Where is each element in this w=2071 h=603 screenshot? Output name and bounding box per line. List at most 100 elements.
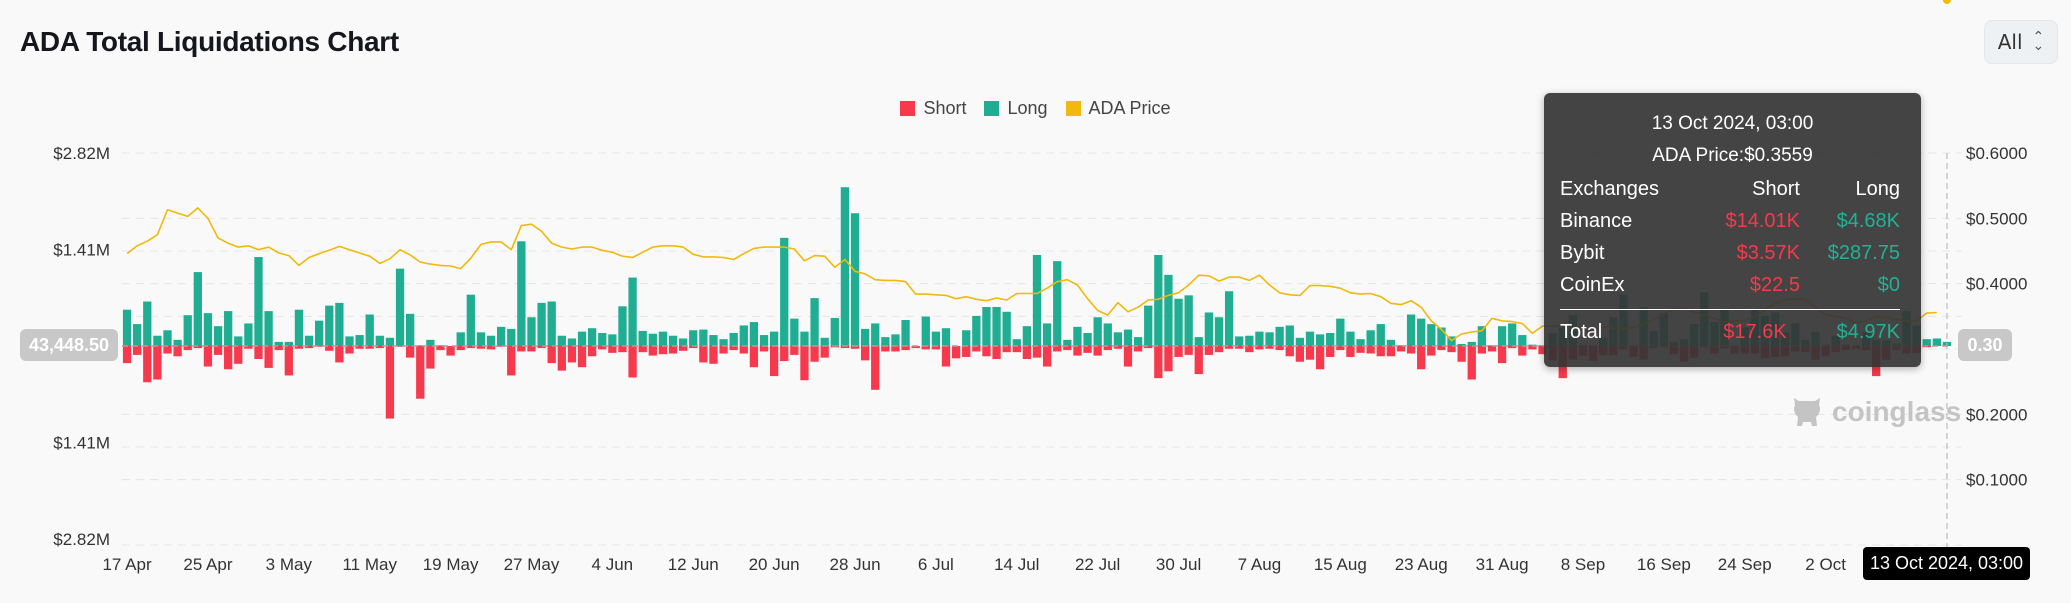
short-bar: [1214, 346, 1224, 353]
long-bar: [395, 268, 405, 346]
long-bar: [749, 322, 759, 346]
short-bar: [941, 346, 951, 367]
x-tick-label: 15 Aug: [1314, 555, 1367, 574]
long-bar: [780, 237, 789, 346]
short-bar: [1406, 346, 1416, 354]
long-bar: [234, 336, 243, 346]
long-bar: [1932, 338, 1941, 346]
long-bar: [294, 309, 304, 346]
short-bar: [1417, 346, 1426, 370]
long-bar: [577, 331, 587, 346]
long-bar: [678, 338, 688, 346]
long-bar: [931, 331, 941, 346]
tooltip-long: $4.68K: [1836, 209, 1900, 232]
short-bar: [759, 346, 769, 352]
long-bar: [365, 314, 374, 346]
short-bar: [951, 346, 961, 359]
long-bar: [406, 313, 415, 346]
y-right-tick-label: $0.6000: [1966, 144, 2027, 163]
x-tick-label: 3 May: [266, 555, 313, 574]
long-bar: [668, 335, 678, 346]
long-bar: [921, 316, 930, 346]
long-bar: [1275, 326, 1284, 346]
short-bar: [658, 346, 668, 355]
tooltip-total-short: $17.6K: [1723, 321, 1787, 343]
long-bar: [486, 335, 496, 346]
short-bar: [1315, 346, 1325, 370]
long-bar: [1255, 331, 1264, 346]
long-bar: [1427, 324, 1436, 346]
short-bar: [345, 346, 354, 354]
tooltip-short: $22.5: [1749, 273, 1800, 296]
tooltip-exchange: Bybit: [1560, 241, 1605, 264]
short-bar: [1497, 346, 1507, 364]
short-bar: [153, 346, 162, 380]
short-bar: [860, 346, 870, 361]
tooltip-total-row: Total $17.6K $4.97K: [1560, 321, 1900, 344]
long-bar: [1386, 339, 1396, 346]
tooltip-col-short: Short: [1752, 177, 1800, 200]
long-bar: [153, 335, 162, 346]
short-bar: [213, 346, 223, 355]
long-bar: [1224, 291, 1234, 346]
long-bar: [1012, 339, 1021, 346]
long-bar: [1235, 336, 1244, 346]
tooltip-col-long: Long: [1855, 177, 1901, 200]
short-bar: [769, 346, 779, 377]
long-bar: [527, 317, 536, 346]
price-point-highlight: [1942, 0, 1951, 4]
short-bar: [1154, 346, 1163, 379]
long-bar: [476, 332, 486, 346]
short-bar: [1487, 346, 1497, 352]
long-bar: [941, 328, 951, 346]
x-tick-label: 14 Jul: [994, 555, 1039, 574]
long-bar: [1093, 317, 1102, 346]
short-bar: [406, 346, 415, 358]
tooltip-short: $14.01K: [1725, 209, 1800, 232]
long-bar: [891, 334, 900, 346]
short-bar: [1518, 346, 1527, 356]
long-bar: [1315, 334, 1325, 346]
long-bar: [537, 302, 546, 346]
short-bar: [1053, 346, 1062, 352]
x-tick-label: 19 May: [423, 555, 479, 574]
short-bar: [173, 346, 182, 357]
short-bar: [1133, 346, 1143, 352]
short-bar: [1427, 346, 1436, 356]
long-bar: [203, 313, 213, 346]
long-bar: [790, 318, 799, 346]
y-right-tick-label: $0.4000: [1966, 275, 2027, 294]
short-bar: [577, 346, 587, 368]
long-bar: [567, 338, 577, 346]
long-bar: [1265, 332, 1274, 346]
long-bar: [1417, 318, 1426, 346]
short-bar: [1305, 346, 1315, 360]
short-bar: [1184, 346, 1193, 355]
long-bar: [1477, 326, 1487, 346]
long-bar: [345, 336, 354, 346]
short-bar: [1123, 346, 1133, 367]
short-bar: [1356, 346, 1365, 353]
short-bar: [1174, 346, 1183, 357]
long-bar: [1366, 330, 1375, 346]
long-bar: [1144, 305, 1153, 346]
crosshair-left-value: 43,448.50: [20, 329, 118, 361]
long-bar: [992, 306, 1001, 346]
short-bar: [1326, 346, 1335, 357]
long-bar: [355, 335, 364, 346]
short-bar: [1002, 346, 1011, 353]
short-bar: [739, 346, 748, 354]
short-bar: [1346, 346, 1355, 357]
short-bar: [992, 346, 1001, 360]
long-bar: [517, 241, 526, 346]
long-bar: [456, 332, 465, 346]
short-bar: [1164, 346, 1173, 372]
short-bar: [1245, 346, 1254, 353]
short-bar: [982, 346, 991, 357]
tooltip-total-long: $4.97K: [1836, 321, 1900, 343]
y-left-tick-label: $2.82M: [53, 530, 110, 549]
short-bar: [385, 346, 395, 419]
short-bar: [1022, 346, 1032, 360]
long-bar: [850, 213, 860, 346]
short-bar: [1083, 346, 1092, 353]
